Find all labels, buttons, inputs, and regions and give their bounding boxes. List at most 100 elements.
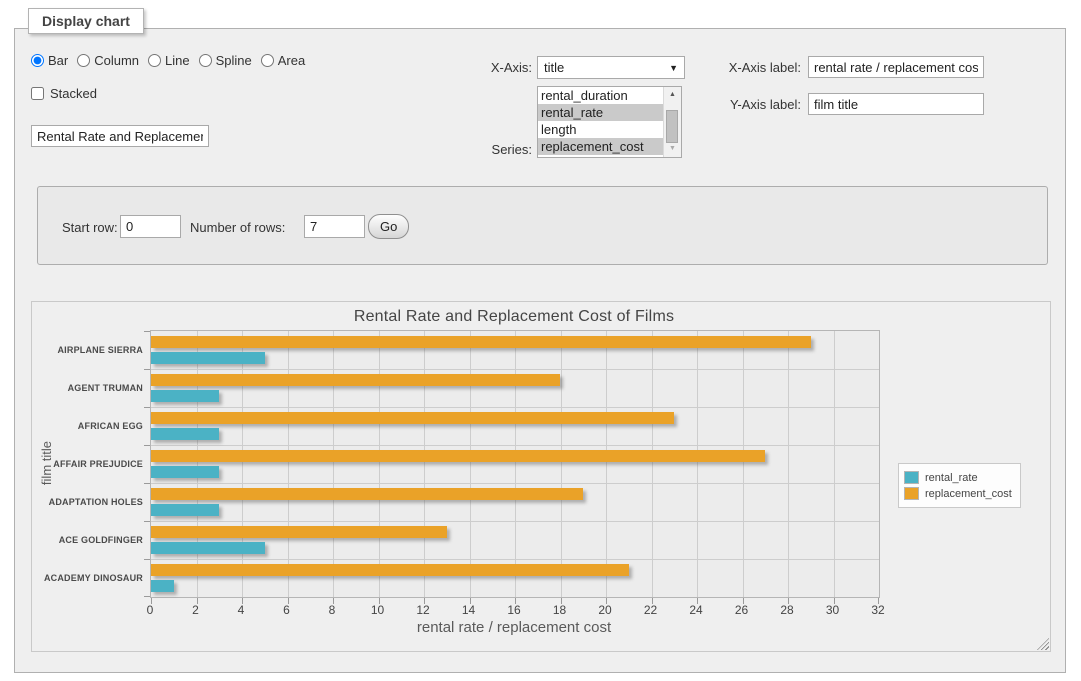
legend-swatch-rental_rate	[904, 471, 919, 484]
chart-type-label: Column	[94, 53, 139, 68]
x-tick-label: 2	[192, 603, 199, 617]
chart-type-radio-bar[interactable]	[31, 54, 44, 67]
bar-rental_rate-airplane-sierra	[151, 352, 265, 364]
chart-type-label: Line	[165, 53, 190, 68]
x-tick-label: 10	[371, 603, 384, 617]
bar-rental_rate-ace-goldfinger	[151, 542, 265, 554]
chart-title-input[interactable]	[31, 125, 209, 147]
y-axis-tick	[144, 596, 150, 597]
series-option-rental_rate[interactable]: rental_rate	[538, 104, 663, 121]
listbox-scrollbar[interactable]: ▲ ▼	[663, 87, 681, 157]
x-axis-select[interactable]: title ▼	[537, 56, 685, 79]
chart-type-radio-line[interactable]	[148, 54, 161, 67]
x-tick-label: 6	[283, 603, 290, 617]
x-axis-title: rental rate / replacement cost	[150, 619, 878, 636]
x-tick-label: 0	[147, 603, 154, 617]
y-category-label: ACADEMY DINOSAUR	[27, 573, 143, 583]
x-axis-field-label: X-Axis:	[452, 60, 532, 75]
x-axis-label-input[interactable]	[808, 56, 984, 78]
y-category-label: ACE GOLDFINGER	[27, 535, 143, 545]
scroll-up-icon[interactable]: ▲	[664, 88, 681, 102]
series-option-rental_duration[interactable]: rental_duration	[538, 87, 663, 104]
legend-item-rental_rate: rental_rate	[904, 471, 1012, 484]
num-rows-input[interactable]	[304, 215, 365, 238]
bar-rental_rate-academy-dinosaur	[151, 580, 174, 592]
chart-type-label: Bar	[48, 53, 68, 68]
x-tick-label: 30	[826, 603, 839, 617]
chart-type-label: Spline	[216, 53, 252, 68]
bar-rental_rate-african-egg	[151, 428, 219, 440]
category-band: ACADEMY DINOSAUR	[151, 559, 879, 597]
y-axis-tick	[144, 407, 150, 408]
category-band: ADAPTATION HOLES	[151, 483, 879, 521]
stacked-option[interactable]: Stacked	[31, 86, 97, 101]
x-tick-label: 16	[507, 603, 520, 617]
scroll-down-icon[interactable]: ▼	[664, 142, 681, 156]
stacked-label: Stacked	[50, 86, 97, 101]
category-band: AFFAIR PREJUDICE	[151, 445, 879, 483]
bar-replacement_cost-african-egg	[151, 412, 674, 424]
chart-type-option-column[interactable]: Column	[77, 53, 139, 68]
num-rows-label: Number of rows:	[190, 220, 285, 235]
category-band: ACE GOLDFINGER	[151, 521, 879, 559]
start-row-input[interactable]	[120, 215, 181, 238]
chart-type-radiogroup: Bar Column Line Spline Area	[31, 53, 314, 68]
y-category-label: AGENT TRUMAN	[27, 383, 143, 393]
x-tick-label: 32	[871, 603, 884, 617]
x-tick-label: 8	[329, 603, 336, 617]
x-tick-label: 20	[598, 603, 611, 617]
chart-container: Rental Rate and Replacement Cost of Film…	[31, 301, 1051, 652]
y-axis-tick	[144, 521, 150, 522]
x-tick-label: 24	[689, 603, 702, 617]
dropdown-arrow-icon: ▼	[669, 63, 678, 73]
category-band: AFRICAN EGG	[151, 407, 879, 445]
legend-label: rental_rate	[925, 472, 978, 484]
y-category-label: AIRPLANE SIERRA	[27, 345, 143, 355]
series-option-replacement_cost[interactable]: replacement_cost	[538, 138, 663, 155]
y-category-label: AFRICAN EGG	[27, 421, 143, 431]
chart-resize-handle[interactable]	[1037, 638, 1049, 650]
chart-type-option-bar[interactable]: Bar	[31, 53, 68, 68]
chart-type-radio-spline[interactable]	[199, 54, 212, 67]
y-axis-tick	[144, 445, 150, 446]
bar-replacement_cost-agent-truman	[151, 374, 560, 386]
y-category-label: ADAPTATION HOLES	[27, 497, 143, 507]
chart-type-option-line[interactable]: Line	[148, 53, 190, 68]
bar-replacement_cost-academy-dinosaur	[151, 564, 629, 576]
y-axis-label-input[interactable]	[808, 93, 984, 115]
row-range-panel: Start row: Number of rows: Go	[37, 186, 1048, 265]
x-tick-label: 22	[644, 603, 657, 617]
x-tick-label: 4	[238, 603, 245, 617]
chart-type-label: Area	[278, 53, 305, 68]
series-listbox[interactable]: rental_durationrental_ratelengthreplacem…	[537, 86, 682, 158]
bar-replacement_cost-ace-goldfinger	[151, 526, 447, 538]
bar-replacement_cost-adaptation-holes	[151, 488, 583, 500]
x-tick-label: 26	[735, 603, 748, 617]
go-button[interactable]: Go	[368, 214, 409, 239]
y-axis-tick	[144, 559, 150, 560]
plot-area: AIRPLANE SIERRAAGENT TRUMANAFRICAN EGGAF…	[150, 330, 880, 598]
y-axis-tick	[144, 331, 150, 332]
chart-type-option-area[interactable]: Area	[261, 53, 305, 68]
series-option-length[interactable]: length	[538, 121, 663, 138]
category-band: AIRPLANE SIERRA	[151, 331, 879, 369]
x-tick-label: 28	[780, 603, 793, 617]
start-row-label: Start row:	[62, 220, 118, 235]
chart-type-radio-area[interactable]	[261, 54, 274, 67]
display-chart-panel: BarColumnLineSplineArea Stacked X-Axis: …	[14, 28, 1066, 673]
scrollbar-thumb[interactable]	[666, 110, 678, 143]
stacked-checkbox[interactable]	[31, 87, 44, 100]
series-options: rental_durationrental_ratelengthreplacem…	[538, 87, 663, 157]
x-tick-label: 14	[462, 603, 475, 617]
x-tick-label: 18	[553, 603, 566, 617]
chart-type-option-spline[interactable]: Spline	[199, 53, 252, 68]
y-axis-tick	[144, 483, 150, 484]
x-axis-label-field-label: X-Axis label:	[701, 60, 801, 75]
chart-type-radio-column[interactable]	[77, 54, 90, 67]
chart-title: Rental Rate and Replacement Cost of Film…	[150, 308, 878, 326]
category-band: AGENT TRUMAN	[151, 369, 879, 407]
y-axis-label-field-label: Y-Axis label:	[701, 97, 801, 112]
bar-rental_rate-adaptation-holes	[151, 504, 219, 516]
panel-title: Display chart	[28, 8, 144, 34]
y-category-label: AFFAIR PREJUDICE	[27, 459, 143, 469]
